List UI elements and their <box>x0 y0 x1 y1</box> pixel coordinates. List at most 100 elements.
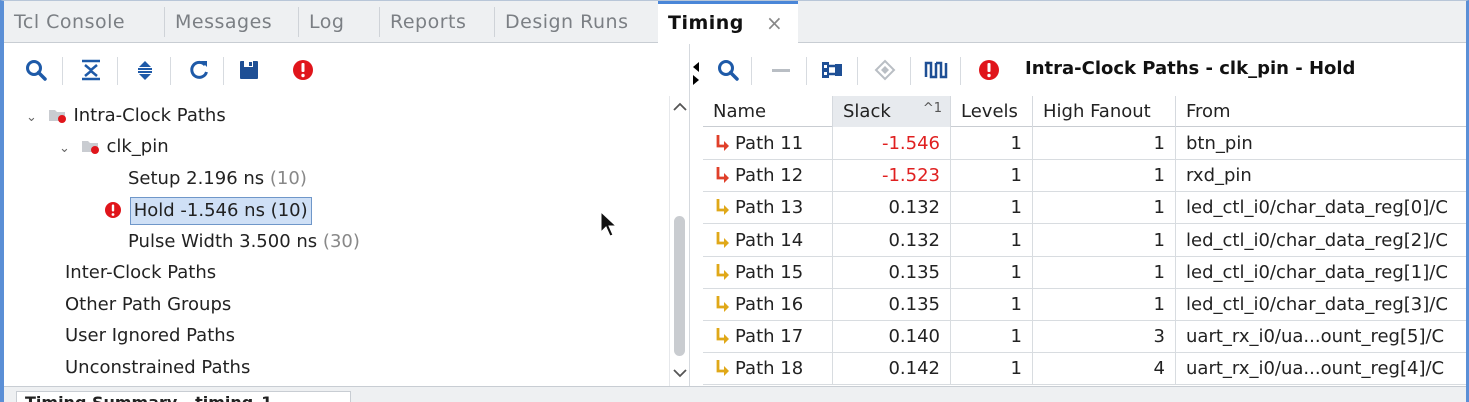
tab-design-runs[interactable]: Design Runs <box>495 1 658 43</box>
path-name: Path 15 <box>735 261 804 283</box>
error-icon <box>105 202 121 218</box>
cell-from: led_ctl_i0/char_data_reg[0]/C <box>1186 197 1448 219</box>
path-arrow-icon <box>716 328 729 345</box>
column-header-levels[interactable]: Levels <box>951 96 1033 127</box>
cell-levels: 1 <box>951 127 1033 160</box>
toolbar-separator <box>170 57 171 85</box>
cell-levels: 1 <box>951 320 1033 354</box>
cell-high-fanout: 1 <box>1033 288 1176 321</box>
vivado-timing-window: Tcl Console Messages Log Reports Design … <box>0 0 1469 402</box>
tree-node-inter-clock[interactable]: Inter-Clock Paths <box>65 258 216 288</box>
cell-high-fanout: 1 <box>1033 127 1176 160</box>
table-row[interactable]: Path 16 0.135 1 1 led_ctl_i0/char_data_reg[3… <box>703 288 1466 321</box>
column-header-high-fanout[interactable]: High Fanout <box>1033 96 1176 127</box>
scroll-up-icon[interactable] <box>673 102 687 112</box>
cell-from: led_ctl_i0/char_data_reg[3]/C <box>1186 294 1448 315</box>
expand-all-icon[interactable] <box>130 54 160 86</box>
folder-error-icon <box>81 141 99 154</box>
column-header-from[interactable]: From <box>1176 96 1466 127</box>
cell-high-fanout: 1 <box>1033 255 1176 289</box>
tree-node-intra-clock[interactable]: ⌄ Intra-Clock Paths <box>26 101 226 131</box>
waveform-icon[interactable] <box>921 54 951 86</box>
table-row[interactable]: Path 14 0.132 1 1 led_ctl_i0/char_data_reg[2… <box>703 223 1466 257</box>
column-header-slack[interactable]: Slack ^1 <box>833 96 951 127</box>
tab-reports[interactable]: Reports <box>380 1 494 43</box>
collapse-all-icon[interactable] <box>76 54 106 86</box>
cell-name: Path 11 <box>703 127 833 160</box>
tree-count: (10) <box>269 168 307 189</box>
scroll-thumb[interactable] <box>674 216 685 356</box>
path-name: Path 17 <box>735 326 804 348</box>
tree-label: Pulse Width 3.500 ns <box>128 231 318 252</box>
cell-name: Path 13 <box>703 191 833 225</box>
refresh-icon[interactable] <box>184 54 214 86</box>
bottom-tab-bar: Timing Summary - timing_1 <box>4 386 1466 402</box>
tree-node-hold[interactable]: Hold -1.546 ns (10) <box>104 196 312 226</box>
table-row[interactable]: Path 18 0.142 1 4 uart_rx_i0/ua...ount_reg[4… <box>703 352 1466 386</box>
cell-from: rxd_pin <box>1186 165 1252 187</box>
tree-scrollbar[interactable] <box>669 96 689 386</box>
tab-timing-summary[interactable]: Timing Summary - timing_1 <box>16 391 351 402</box>
toolbar-separator <box>960 57 961 85</box>
table-row[interactable]: Path 17 0.140 1 3 uart_rx_i0/ua...ount_reg[5… <box>703 320 1466 354</box>
cell-name: Path 14 <box>703 223 833 257</box>
error-icon[interactable] <box>288 54 318 86</box>
table-row[interactable]: Path 15 0.135 1 1 led_ctl_i0/char_data_reg[1… <box>703 255 1466 289</box>
tab-tcl-console[interactable]: Tcl Console <box>4 1 164 43</box>
tree-node-setup[interactable]: Setup 2.196 ns (10) <box>128 164 307 194</box>
chevron-down-icon[interactable]: ⌄ <box>26 103 42 133</box>
timing-tree: ⌄ Intra-Clock Paths ⌄ clk_pin Setup 2.19… <box>4 96 669 386</box>
cell-high-fanout: 1 <box>1033 159 1176 193</box>
cell-levels: 1 <box>951 191 1033 225</box>
tree-node-user-ignored[interactable]: User Ignored Paths <box>65 321 235 351</box>
tab-log[interactable]: Log <box>299 1 379 43</box>
folder-error-icon <box>48 110 66 123</box>
cell-high-fanout: 1 <box>1033 223 1176 257</box>
cell-levels: 1 <box>951 352 1033 386</box>
tab-messages[interactable]: Messages <box>165 1 298 43</box>
table-row[interactable]: Path 12 -1.523 1 1 rxd_pin <box>703 159 1466 193</box>
table-header: Name Slack ^1 Levels High Fanout From <box>703 96 1466 127</box>
cell-high-fanout: 4 <box>1033 352 1176 386</box>
scroll-down-icon[interactable] <box>673 368 687 378</box>
toolbar-separator <box>910 57 911 85</box>
table-row[interactable]: Path 13 0.132 1 1 led_ctl_i0/char_data_reg[0… <box>703 191 1466 225</box>
path-arrow-icon <box>716 167 729 184</box>
close-icon[interactable]: × <box>766 1 783 43</box>
chevron-down-icon[interactable]: ⌄ <box>59 134 75 164</box>
cell-name: Path 12 <box>703 159 833 193</box>
header-label: Name <box>713 101 767 122</box>
error-icon[interactable] <box>974 54 1004 86</box>
cell-levels: 1 <box>951 159 1033 193</box>
sort-ascending-icon: ^1 <box>922 101 942 116</box>
tree-node-clk-pin[interactable]: ⌄ clk_pin <box>59 132 169 162</box>
panel-divider[interactable] <box>689 44 703 389</box>
diamond-icon[interactable] <box>870 54 900 86</box>
path-name: Path 12 <box>735 165 804 187</box>
cell-slack: 0.132 <box>833 223 951 257</box>
toolbar-separator <box>751 57 752 85</box>
tab-timing-label: Timing <box>668 12 744 34</box>
right-toolbar: Intra-Clock Paths - clk_pin - Hold <box>703 44 1466 96</box>
schematic-icon[interactable] <box>817 54 847 86</box>
tree-node-unconstrained[interactable]: Unconstrained Paths <box>65 353 250 383</box>
tree-label: Setup 2.196 ns <box>128 168 265 189</box>
save-icon[interactable] <box>234 54 264 86</box>
cell-name: Path 18 <box>703 352 833 386</box>
cell-slack: 0.132 <box>833 191 951 225</box>
left-toolbar <box>4 44 689 96</box>
cell-high-fanout: 1 <box>1033 191 1176 225</box>
cell-slack: 0.135 <box>833 288 951 321</box>
table-row[interactable]: Path 11 -1.546 1 1 btn_pin <box>703 127 1466 160</box>
tree-node-other-path-groups[interactable]: Other Path Groups <box>65 290 231 320</box>
minus-icon[interactable] <box>766 54 796 86</box>
mouse-cursor-icon <box>600 211 618 237</box>
tab-bar: Tcl Console Messages Log Reports Design … <box>4 1 1466 44</box>
header-label: Slack <box>843 101 891 122</box>
search-icon[interactable] <box>21 54 51 86</box>
search-icon[interactable] <box>713 54 743 86</box>
column-header-name[interactable]: Name <box>703 96 833 127</box>
cell-name: Path 17 <box>703 320 833 354</box>
header-label: From <box>1186 101 1231 122</box>
tree-node-pulse-width[interactable]: Pulse Width 3.500 ns (30) <box>128 227 360 257</box>
